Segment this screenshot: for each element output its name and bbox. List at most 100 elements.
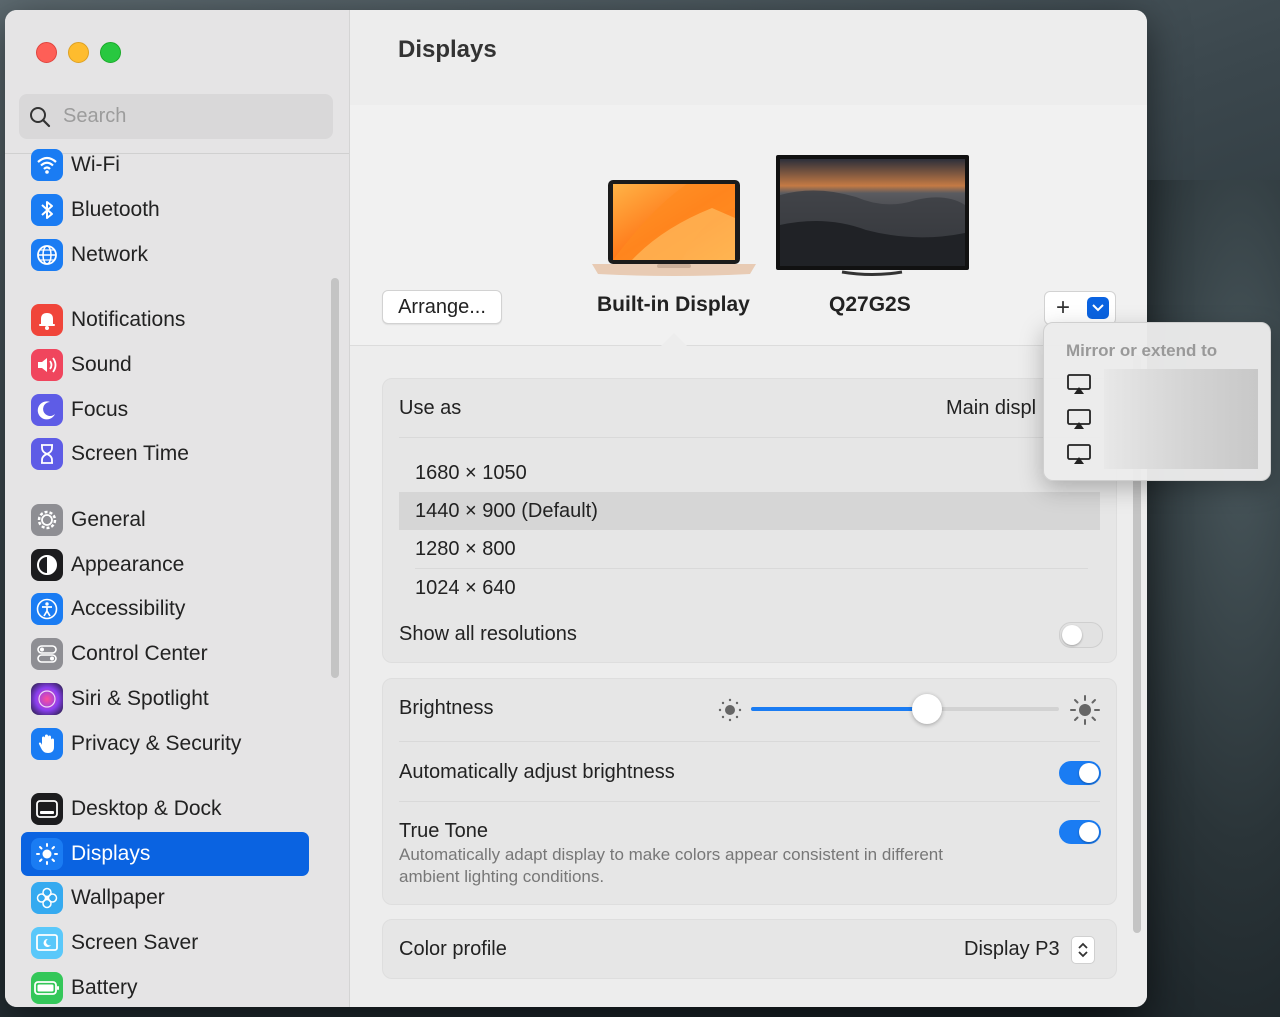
sun-icon bbox=[31, 838, 63, 870]
color-profile-value[interactable]: Display P3 bbox=[964, 938, 1060, 961]
sidebar-item-wallpaper[interactable]: Wallpaper bbox=[21, 876, 309, 920]
separator bbox=[399, 801, 1100, 802]
color-profile-label: Color profile bbox=[399, 938, 507, 960]
auto-brightness-toggle[interactable] bbox=[1059, 761, 1101, 785]
sun-large-icon bbox=[1070, 695, 1100, 725]
resolution-label: 1680 × 1050 bbox=[415, 461, 527, 484]
updown-chevron-icon[interactable] bbox=[1071, 936, 1095, 964]
settings-window: Wi-Fi Bluetooth Network Notifications So… bbox=[5, 10, 1147, 1007]
sidebar-scrollbar[interactable] bbox=[331, 278, 339, 678]
sidebar-item-label: Focus bbox=[71, 398, 129, 421]
mirror-extend-menu: Mirror or extend to bbox=[1043, 322, 1271, 481]
show-all-resolutions-toggle[interactable] bbox=[1059, 622, 1103, 648]
search-icon bbox=[30, 106, 51, 127]
sidebar-item-bluetooth[interactable]: Bluetooth bbox=[21, 188, 309, 232]
use-as-value[interactable]: Main displ bbox=[946, 397, 1036, 420]
minimize-button[interactable] bbox=[68, 42, 89, 63]
toggle-knob bbox=[1062, 625, 1082, 645]
sidebar-item-accessibility[interactable]: Accessibility bbox=[21, 587, 309, 631]
sidebar-item-wifi[interactable]: Wi-Fi bbox=[21, 143, 309, 187]
sidebar-item-label: Notifications bbox=[71, 308, 186, 331]
resolution-option[interactable]: 1680 × 1050 bbox=[399, 454, 1100, 492]
zoom-button[interactable] bbox=[100, 42, 121, 63]
sidebar-item-general[interactable]: General bbox=[21, 498, 309, 542]
chevron-down-icon[interactable] bbox=[1087, 297, 1109, 319]
sidebar-item-battery[interactable]: Battery bbox=[21, 966, 309, 1007]
control-center-icon bbox=[31, 638, 63, 670]
true-tone-toggle[interactable] bbox=[1059, 820, 1101, 844]
add-display-control[interactable]: + bbox=[1044, 291, 1116, 325]
menu-title: Mirror or extend to bbox=[1066, 341, 1218, 360]
toggle-knob bbox=[1079, 822, 1099, 842]
sidebar-item-screen-saver[interactable]: Screen Saver bbox=[21, 921, 309, 965]
sidebar-item-privacy[interactable]: Privacy & Security bbox=[21, 722, 309, 766]
screensaver-icon bbox=[31, 927, 63, 959]
sidebar-item-label: Appearance bbox=[71, 553, 185, 576]
sidebar-item-label: Screen Saver bbox=[71, 931, 199, 954]
resolution-label: 1024 × 640 bbox=[415, 576, 516, 599]
sidebar-item-sound[interactable]: Sound bbox=[21, 343, 309, 387]
bluetooth-icon bbox=[31, 194, 63, 226]
show-all-resolutions-label: Show all resolutions bbox=[399, 623, 577, 645]
resolution-option-selected[interactable]: 1440 × 900 (Default) bbox=[399, 492, 1100, 530]
appearance-icon bbox=[31, 549, 63, 581]
sidebar-item-label: Privacy & Security bbox=[71, 732, 242, 755]
page-title: Displays bbox=[398, 36, 497, 63]
display-label-q27g2s[interactable]: Q27G2S bbox=[829, 293, 911, 317]
wifi-icon bbox=[31, 149, 63, 181]
airplay-icon[interactable] bbox=[1064, 404, 1094, 434]
redacted-device-names bbox=[1104, 369, 1258, 469]
brightness-slider-knob[interactable] bbox=[911, 694, 942, 724]
display-label-built-in[interactable]: Built-in Display bbox=[597, 293, 750, 317]
dock-icon bbox=[31, 793, 63, 825]
search-field[interactable] bbox=[19, 94, 333, 139]
separator bbox=[399, 437, 1100, 438]
gear-icon bbox=[31, 504, 63, 536]
sidebar: Wi-Fi Bluetooth Network Notifications So… bbox=[5, 10, 350, 1007]
sidebar-item-label: Sound bbox=[71, 353, 132, 376]
sidebar-item-appearance[interactable]: Appearance bbox=[21, 543, 309, 587]
add-display-button[interactable]: + bbox=[1045, 293, 1081, 323]
resolution-option[interactable]: 1024 × 640 bbox=[399, 569, 1100, 607]
selected-display-pointer bbox=[661, 333, 687, 346]
sidebar-item-desktop-dock[interactable]: Desktop & Dock bbox=[21, 787, 309, 831]
hand-icon bbox=[31, 728, 63, 760]
siri-icon bbox=[31, 683, 63, 715]
sidebar-item-screen-time[interactable]: Screen Time bbox=[21, 432, 309, 476]
bell-icon bbox=[31, 304, 63, 336]
sidebar-item-label: Network bbox=[71, 243, 149, 266]
true-tone-label: True Tone bbox=[399, 820, 488, 842]
sidebar-item-displays[interactable]: Displays bbox=[21, 832, 309, 876]
use-as-label: Use as bbox=[399, 397, 462, 419]
airplay-icon[interactable] bbox=[1064, 369, 1094, 399]
main-pane: Displays Arrange... Built-in Display Q27… bbox=[350, 10, 1147, 1007]
resolution-option[interactable]: 1280 × 800 bbox=[399, 530, 1100, 568]
sun-small-icon bbox=[718, 698, 742, 722]
auto-brightness-label: Automatically adjust brightness bbox=[399, 761, 675, 783]
arrange-button[interactable]: Arrange... bbox=[382, 290, 502, 324]
accessibility-icon bbox=[31, 593, 63, 625]
sidebar-item-label: Wallpaper bbox=[71, 886, 165, 909]
sidebar-item-focus[interactable]: Focus bbox=[21, 388, 309, 432]
sidebar-item-control-center[interactable]: Control Center bbox=[21, 632, 309, 676]
sidebar-item-label: Battery bbox=[71, 976, 138, 999]
sidebar-item-siri[interactable]: Siri & Spotlight bbox=[21, 677, 309, 721]
brightness-label: Brightness bbox=[399, 697, 494, 719]
sidebar-item-label: Wi-Fi bbox=[71, 153, 120, 176]
built-in-display-thumbnail[interactable] bbox=[592, 178, 756, 283]
sidebar-item-label: Screen Time bbox=[71, 442, 189, 465]
sidebar-item-notifications[interactable]: Notifications bbox=[21, 298, 309, 342]
search-input[interactable] bbox=[61, 104, 305, 129]
sidebar-item-label: General bbox=[71, 508, 146, 531]
flower-icon bbox=[31, 882, 63, 914]
sidebar-item-network[interactable]: Network bbox=[21, 233, 309, 277]
close-button[interactable] bbox=[36, 42, 57, 63]
airplay-icon[interactable] bbox=[1064, 439, 1094, 469]
q27g2s-display-thumbnail[interactable] bbox=[776, 155, 970, 285]
sidebar-item-label: Bluetooth bbox=[71, 198, 160, 221]
brightness-card: Brightness Automatically adjust brightne… bbox=[382, 678, 1117, 905]
speaker-icon bbox=[31, 349, 63, 381]
sidebar-item-label: Displays bbox=[71, 842, 151, 865]
battery-icon bbox=[31, 972, 63, 1004]
separator bbox=[399, 741, 1100, 742]
